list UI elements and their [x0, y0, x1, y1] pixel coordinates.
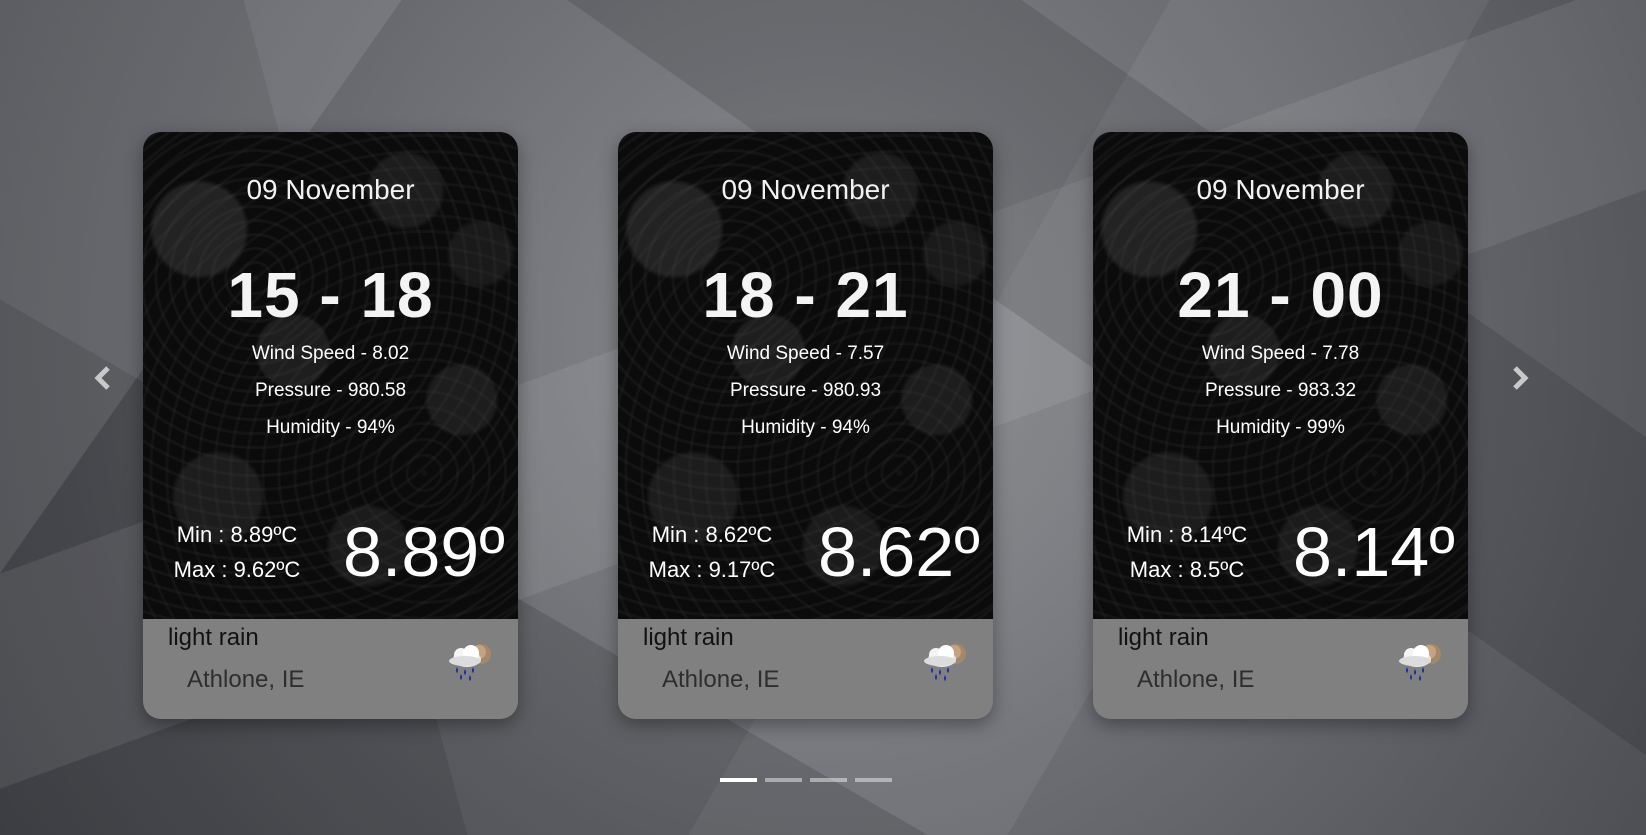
forecast-card-footer: light rain Athlone, IE: [618, 619, 993, 719]
humidity: Humidity - 94%: [741, 417, 870, 438]
forecast-card: 09 November 15 - 18 Wind Speed - 8.02 Pr…: [143, 132, 518, 719]
forecast-card-main: 09 November 21 - 00 Wind Speed - 7.78 Pr…: [1093, 132, 1468, 619]
forecast-card: 09 November 18 - 21 Wind Speed - 7.57 Pr…: [618, 132, 993, 719]
light-rain-icon: [1399, 644, 1441, 681]
forecast-time-range: 18 - 21: [702, 259, 909, 331]
forecast-date: 09 November: [721, 174, 890, 205]
current-temperature: 8.14º: [1293, 513, 1455, 591]
carousel-indicator-2[interactable]: [765, 778, 802, 782]
forecast-date: 09 November: [1196, 174, 1365, 205]
min-temperature: Min : 8.14ºC: [1126, 522, 1248, 547]
forecast-card-footer: light rain Athlone, IE: [1093, 619, 1468, 719]
max-temperature: Max : 9.17ºC: [648, 557, 776, 582]
wind-speed: Wind Speed - 7.78: [1201, 343, 1360, 364]
humidity: Humidity - 94%: [266, 417, 395, 438]
current-temperature: 8.89º: [343, 513, 505, 591]
wind-speed: Wind Speed - 7.57: [726, 343, 885, 364]
min-temperature: Min : 8.89ºC: [176, 522, 298, 547]
chevron-left-icon: [94, 366, 110, 390]
current-temperature: 8.62º: [818, 513, 980, 591]
carousel-indicator-3[interactable]: [810, 778, 847, 782]
forecast-card: 09 November 21 - 00 Wind Speed - 7.78 Pr…: [1093, 132, 1468, 719]
location: Athlone, IE: [662, 666, 780, 693]
carousel-indicator-1[interactable]: [720, 778, 757, 782]
carousel-prev-button[interactable]: [88, 358, 118, 398]
wind-speed: Wind Speed - 8.02: [251, 343, 410, 364]
weather-description: light rain: [1118, 624, 1209, 651]
carousel-next-button[interactable]: [1505, 358, 1535, 398]
min-temperature: Min : 8.62ºC: [651, 522, 773, 547]
carousel-indicators: [720, 778, 892, 784]
weather-carousel: 09 November 15 - 18 Wind Speed - 8.02 Pr…: [0, 0, 1646, 835]
pressure: Pressure - 980.93: [729, 380, 882, 401]
forecast-card-footer: light rain Athlone, IE: [143, 619, 518, 719]
chevron-right-icon: [1513, 366, 1529, 390]
location: Athlone, IE: [187, 666, 305, 693]
light-rain-icon: [924, 644, 966, 681]
forecast-time-range: 15 - 18: [227, 259, 434, 331]
light-rain-icon: [449, 644, 491, 681]
weather-description: light rain: [168, 624, 259, 651]
weather-description: light rain: [643, 624, 734, 651]
forecast-card-main: 09 November 15 - 18 Wind Speed - 8.02 Pr…: [143, 132, 518, 619]
carousel-indicator-4[interactable]: [855, 778, 892, 782]
humidity: Humidity - 99%: [1216, 417, 1345, 438]
max-temperature: Max : 9.62ºC: [173, 557, 301, 582]
pressure: Pressure - 983.32: [1204, 380, 1357, 401]
forecast-date: 09 November: [246, 174, 415, 205]
forecast-time-range: 21 - 00: [1177, 259, 1384, 331]
forecast-card-main: 09 November 18 - 21 Wind Speed - 7.57 Pr…: [618, 132, 993, 619]
location: Athlone, IE: [1137, 666, 1255, 693]
max-temperature: Max : 8.5ºC: [1129, 557, 1245, 582]
pressure: Pressure - 980.58: [254, 380, 407, 401]
